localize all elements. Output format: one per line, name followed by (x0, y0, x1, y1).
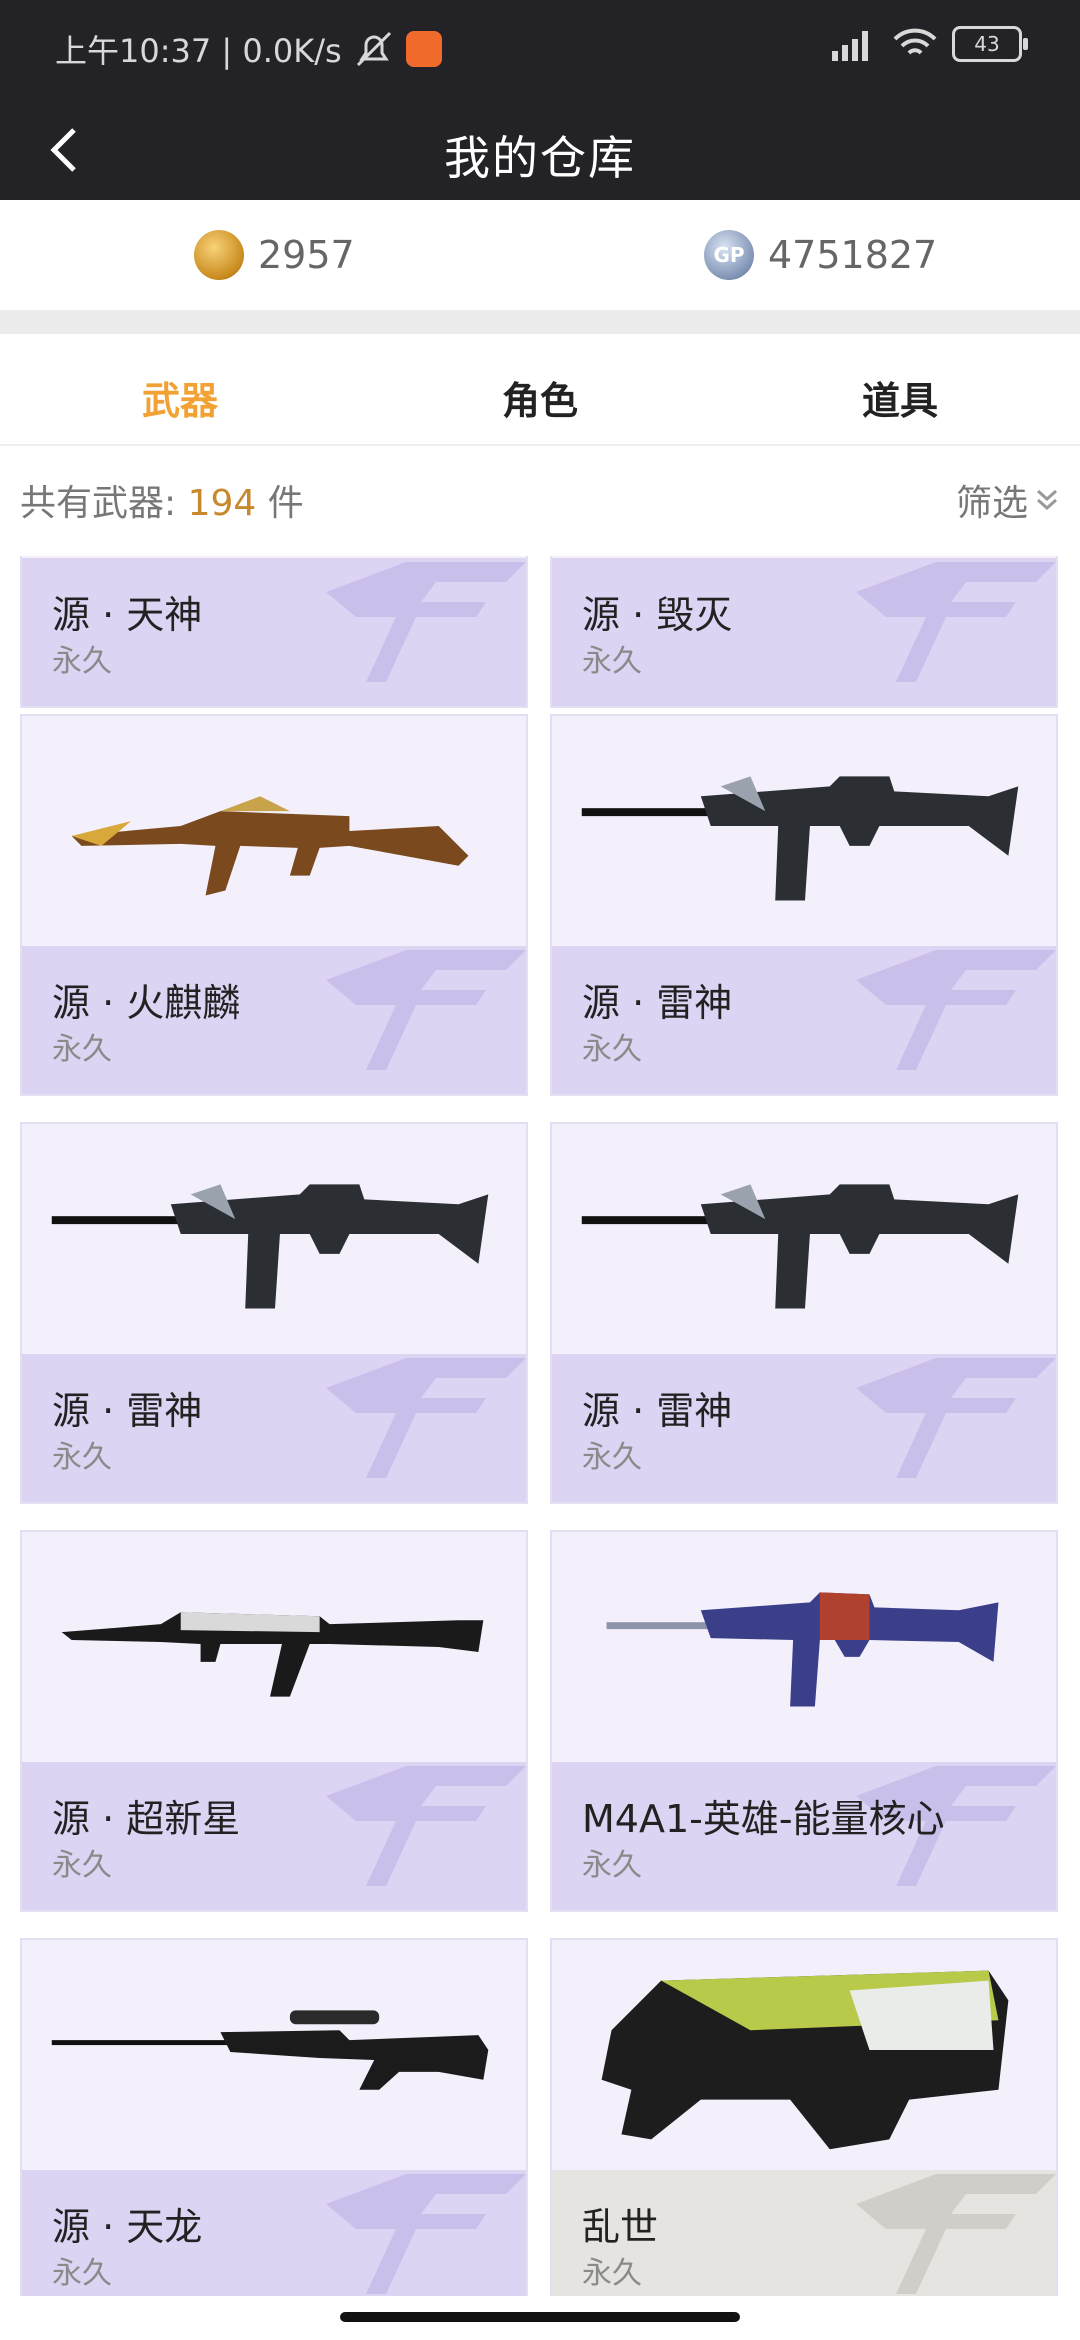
weapon-grid: 源 · 天神 永久 源 · 毁灭 永久 源 · 火麒麟 永久 源 · 雷神 永久… (0, 556, 1080, 2296)
battery-icon: 43 (952, 26, 1028, 62)
assault-rifle-icon (61, 1612, 484, 1697)
weapon-card[interactable]: 乱世 永久 (550, 1938, 1058, 2296)
weapon-duration: 永久 (582, 644, 642, 679)
weapon-duration: 永久 (52, 644, 112, 679)
sniper-rifle-icon (51, 2010, 489, 2090)
filter-button[interactable]: 筛选 (956, 474, 1062, 526)
cf-logo-watermark-icon (856, 950, 1056, 1070)
tab-weapons[interactable]: 武器 (0, 370, 360, 425)
weapon-name: 源 · 雷神 (52, 1389, 203, 1433)
section-divider (0, 310, 1080, 334)
weapon-duration: 永久 (582, 1848, 642, 1883)
cf-logo-watermark-icon (326, 1766, 526, 1886)
weapon-name: 乱世 (582, 2205, 659, 2249)
tab-characters[interactable]: 角色 (360, 370, 720, 425)
page-title: 我的仓库 (444, 131, 636, 185)
p90-smg-icon (601, 1970, 1009, 2150)
mute-bell-icon (356, 31, 391, 67)
top-nav-bar: 我的仓库 (0, 100, 1080, 200)
app-notification-icon (405, 31, 442, 67)
cf-logo-watermark-icon (326, 562, 526, 682)
weapon-card[interactable]: 源 · 雷神 永久 (20, 1122, 528, 1504)
m4a1-rifle-icon (581, 776, 1019, 901)
gp-coin-icon: GP (704, 230, 754, 280)
weapon-name: 源 · 雷神 (582, 981, 733, 1025)
home-indicator[interactable] (340, 2312, 740, 2322)
weapon-count: 共有武器: 194 件 (20, 483, 304, 524)
weapon-card[interactable]: M4A1-英雄-能量核心 永久 (550, 1530, 1058, 1912)
ak47-rifle-icon (71, 796, 469, 896)
weapon-name: 源 · 毁灭 (582, 593, 733, 637)
double-chevron-down-icon (1037, 489, 1057, 511)
signal-icon (832, 31, 868, 61)
weapon-name: 源 · 超新星 (52, 1797, 241, 1841)
m4a1-rifle-icon (581, 1184, 1019, 1309)
weapon-name: 源 · 天神 (52, 593, 203, 637)
cf-points-balance: 2957 (194, 230, 355, 280)
m4a1-rifle-icon (606, 1592, 999, 1707)
weapon-name: 源 · 天龙 (52, 2205, 203, 2249)
weapon-card[interactable]: 源 · 毁灭 永久 (550, 556, 1058, 708)
weapon-card[interactable]: 源 · 超新星 永久 (20, 1530, 528, 1912)
weapon-duration: 永久 (582, 1440, 642, 1475)
weapon-duration: 永久 (52, 2256, 112, 2291)
weapon-card[interactable]: 源 · 天龙 永久 (20, 1938, 528, 2296)
weapon-duration: 永久 (582, 2256, 642, 2291)
count-bar: 共有武器: 194 件 筛选 (0, 446, 1080, 546)
category-tabs: 武器 角色 道具 (0, 334, 1080, 446)
cf-logo-watermark-icon (856, 1358, 1056, 1478)
cf-logo-watermark-icon (856, 2174, 1056, 2294)
status-bar: 上午10:37 | 0.0K/s 43 (0, 0, 1080, 100)
cf-coin-icon (194, 230, 244, 280)
gp-balance: GP 4751827 (704, 230, 937, 280)
tab-items[interactable]: 道具 (720, 370, 1080, 425)
weapon-card[interactable]: 源 · 雷神 永久 (550, 714, 1058, 1096)
cf-logo-watermark-icon (326, 950, 526, 1070)
weapon-duration: 永久 (52, 1440, 112, 1475)
weapon-duration: 永久 (52, 1848, 112, 1883)
weapon-card[interactable]: 源 · 天神 永久 (20, 556, 528, 708)
m4a1-rifle-icon (51, 1184, 489, 1309)
cf-logo-watermark-icon (326, 2174, 526, 2294)
weapon-duration: 永久 (582, 1032, 642, 1067)
weapon-duration: 永久 (52, 1032, 112, 1067)
weapon-card[interactable]: 源 · 雷神 永久 (550, 1122, 1058, 1504)
cf-logo-watermark-icon (856, 562, 1056, 682)
weapon-name: 源 · 火麒麟 (52, 981, 241, 1025)
status-time: 上午10:37 | 0.0K/s (55, 32, 342, 70)
wifi-icon (893, 28, 937, 55)
cf-logo-watermark-icon (326, 1358, 526, 1478)
weapon-name: 源 · 雷神 (582, 1389, 733, 1433)
weapon-name: M4A1-英雄-能量核心 (582, 1797, 945, 1841)
currency-bar: 2957 GP 4751827 (0, 200, 1080, 310)
weapon-card[interactable]: 源 · 火麒麟 永久 (20, 714, 528, 1096)
